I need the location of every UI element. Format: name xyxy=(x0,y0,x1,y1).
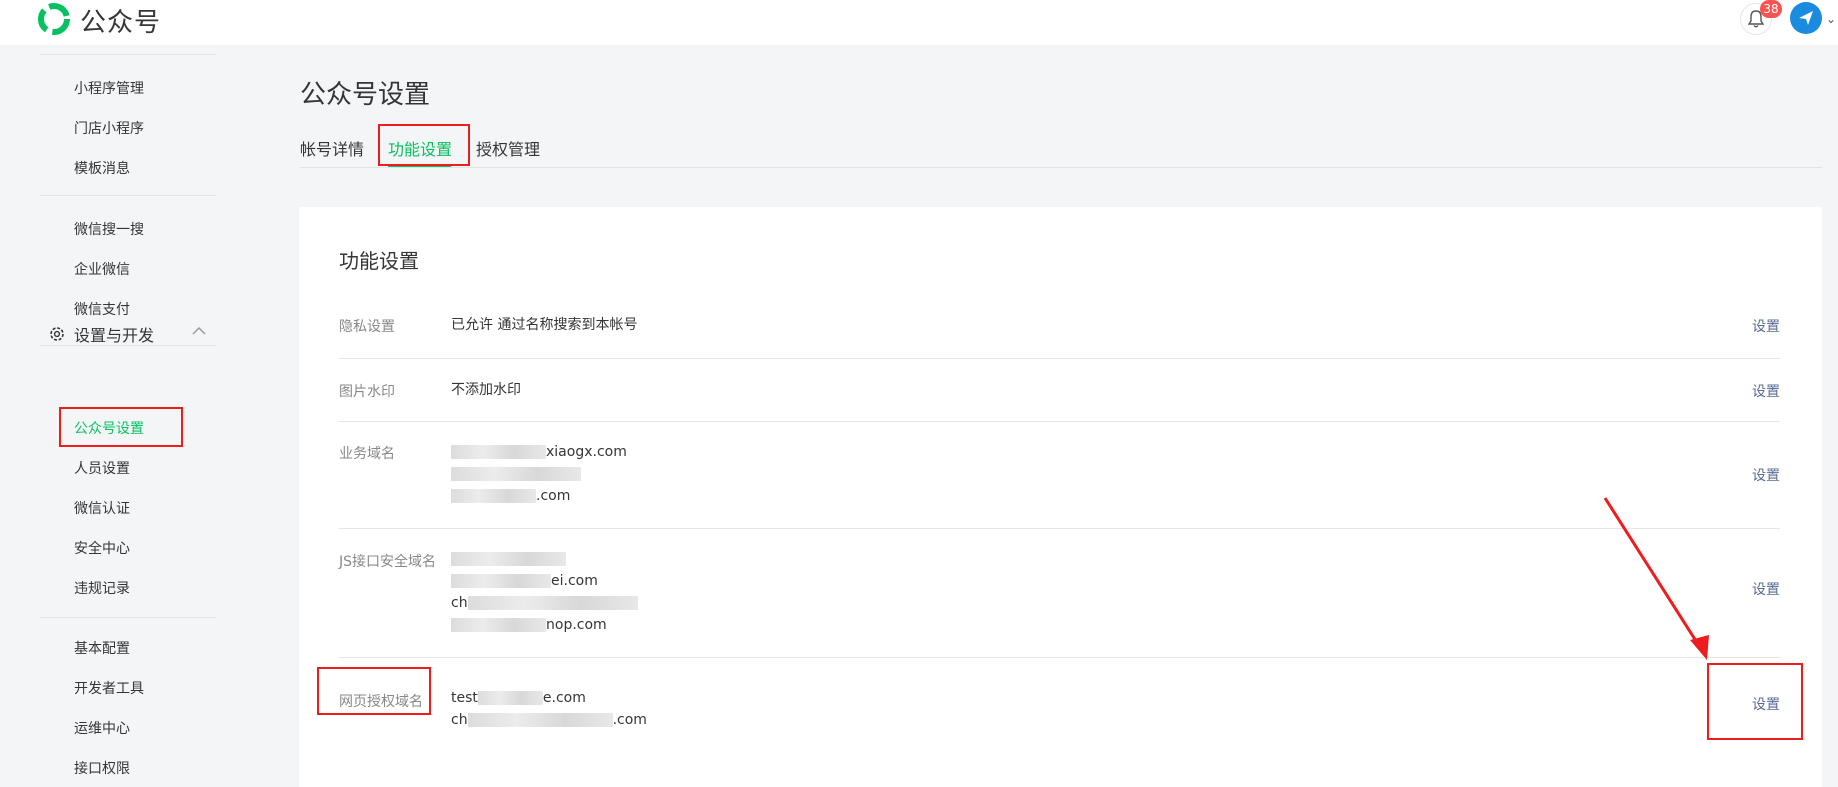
tab-bar: 帐号详情 功能设置 授权管理 xyxy=(300,132,1822,168)
sidebar-item-wechat-search[interactable]: 微信搜一搜 xyxy=(74,219,144,239)
sidebar-divider xyxy=(40,617,216,618)
domain-item: ch xyxy=(451,592,638,614)
avatar-icon xyxy=(1799,11,1813,25)
tab-account-details[interactable]: 帐号详情 xyxy=(300,136,364,160)
js-domain-settings-button[interactable]: 设置 xyxy=(1752,579,1780,599)
chevron-up-icon[interactable] xyxy=(192,326,206,336)
redacted-text xyxy=(467,596,638,610)
redacted-text xyxy=(451,467,581,481)
redacted-text xyxy=(451,552,566,566)
sidebar-item-store-mini-program[interactable]: 门店小程序 xyxy=(74,118,144,138)
domain-item: .com xyxy=(451,485,627,507)
highlight-box xyxy=(378,124,470,166)
sidebar-item-enterprise-wechat[interactable]: 企业微信 xyxy=(74,259,130,279)
row-label: 业务域名 xyxy=(339,446,395,462)
sidebar-item-wechat-pay[interactable]: 微信支付 xyxy=(74,299,130,319)
sidebar-item-mini-program-management[interactable]: 小程序管理 xyxy=(74,78,144,98)
row-label: JS接口安全域名 xyxy=(339,554,437,570)
arrow-annotation xyxy=(1603,497,1709,660)
section-title: 功能设置 xyxy=(339,249,419,273)
sidebar-item-member-settings[interactable]: 人员设置 xyxy=(74,458,130,478)
highlight-box xyxy=(317,667,431,715)
sidebar-group-settings-dev[interactable]: 设置与开发 xyxy=(48,322,218,346)
row-value: 已允许 通过名称搜索到本帐号 xyxy=(451,317,638,333)
gear-icon xyxy=(50,327,64,341)
sidebar-item-developer-tools[interactable]: 开发者工具 xyxy=(74,678,144,698)
redacted-text xyxy=(451,489,536,503)
privacy-settings-button[interactable]: 设置 xyxy=(1752,316,1780,336)
highlight-box xyxy=(1707,663,1803,740)
domain-list: test e.com ch .com xyxy=(451,687,647,731)
sidebar-item-violation-records[interactable]: 违规记录 xyxy=(74,578,130,598)
domain-list: xiaogx.com .com xyxy=(451,441,627,507)
row-value: 不添加水印 xyxy=(451,382,521,398)
settings-card: 功能设置 隐私设置 已允许 通过名称搜索到本帐号 设置 图片水印 不添加水印 设… xyxy=(299,207,1822,787)
sidebar-item-security-center[interactable]: 安全中心 xyxy=(74,538,130,558)
page-title: 公众号设置 xyxy=(300,80,431,110)
domain-item: ei.com xyxy=(451,570,638,592)
row-label: 图片水印 xyxy=(339,384,395,400)
business-domain-settings-button[interactable]: 设置 xyxy=(1752,465,1780,485)
sidebar-divider xyxy=(40,54,216,55)
top-bar: 公众号 38 ⌄ xyxy=(0,0,1838,45)
domain-item: test e.com xyxy=(451,690,586,706)
settings-row-js-domain: JS接口安全域名 ei.com ch nop.com 设置 xyxy=(339,528,1780,658)
domain-item xyxy=(451,548,638,570)
settings-row-privacy: 隐私设置 已允许 通过名称搜索到本帐号 设置 xyxy=(339,295,1780,359)
redacted-text xyxy=(451,574,551,588)
tab-authorization[interactable]: 授权管理 xyxy=(476,136,540,160)
domain-item: ch .com xyxy=(451,712,647,728)
domain-list: ei.com ch nop.com xyxy=(451,548,638,636)
logo-icon[interactable] xyxy=(37,2,71,36)
app-name[interactable]: 公众号 xyxy=(80,2,161,39)
sidebar-item-wechat-verification[interactable]: 微信认证 xyxy=(74,498,130,518)
sidebar-divider xyxy=(40,195,216,196)
domain-item: nop.com xyxy=(451,614,638,636)
watermark-settings-button[interactable]: 设置 xyxy=(1752,381,1780,401)
redacted-text xyxy=(467,713,613,727)
redacted-text xyxy=(477,691,543,705)
domain-item xyxy=(451,463,627,485)
settings-row-watermark: 图片水印 不添加水印 设置 xyxy=(339,358,1780,422)
settings-row-business-domain: 业务域名 xiaogx.com .com 设置 xyxy=(339,421,1780,529)
sidebar-item-template-message[interactable]: 模板消息 xyxy=(74,158,130,178)
avatar[interactable] xyxy=(1790,2,1822,34)
sidebar-group-label: 设置与开发 xyxy=(74,326,155,345)
redacted-text xyxy=(451,618,546,632)
sidebar-item-ops-center[interactable]: 运维中心 xyxy=(74,718,130,738)
settings-row-oauth-domain: 网页授权域名 test e.com ch .com 设置 xyxy=(339,657,1780,757)
chevron-down-icon[interactable]: ⌄ xyxy=(1826,12,1836,26)
domain-item: xiaogx.com xyxy=(451,441,627,463)
sidebar-item-basic-config[interactable]: 基本配置 xyxy=(74,638,130,658)
highlight-box xyxy=(59,407,183,447)
row-label: 隐私设置 xyxy=(339,319,395,335)
sidebar-item-api-permissions[interactable]: 接口权限 xyxy=(74,758,130,778)
redacted-text xyxy=(451,445,546,459)
notification-badge: 38 xyxy=(1760,0,1782,18)
